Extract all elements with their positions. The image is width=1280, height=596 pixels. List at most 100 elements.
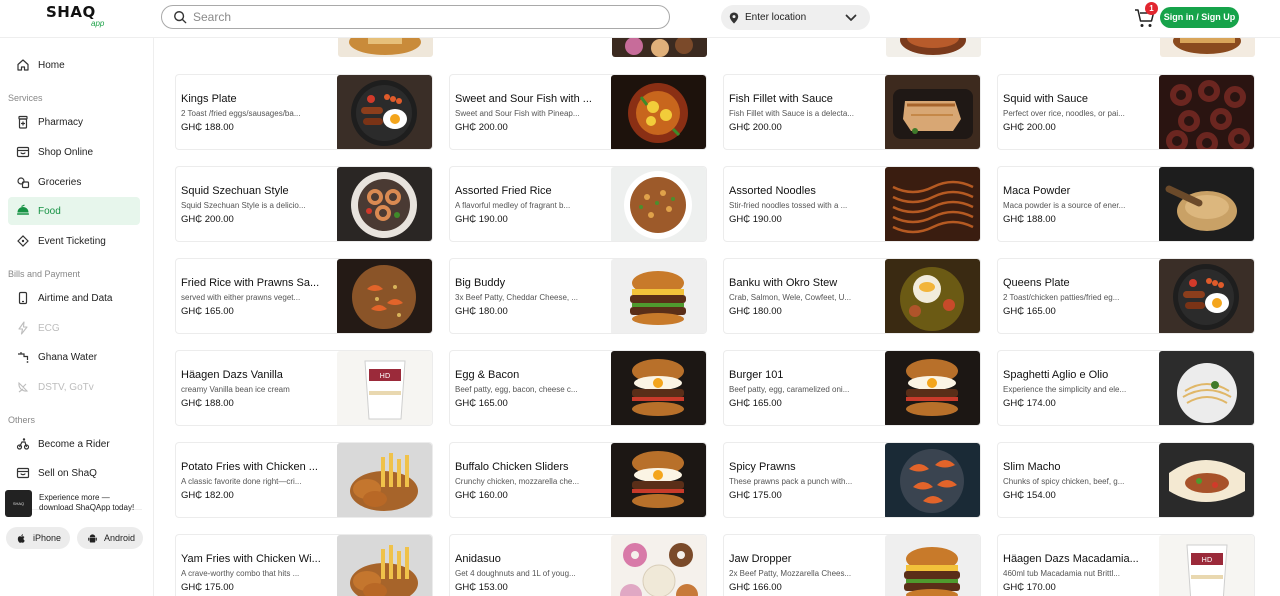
sidebar-item-label: Groceries: [38, 176, 82, 188]
product-image[interactable]: [1159, 443, 1254, 517]
product-card[interactable]: Jaw Dropper 2x Beef Patty, Mozzarella Che…: [723, 534, 981, 596]
product-card[interactable]: Buffalo Chicken Sliders Crunchy chicken, …: [449, 442, 707, 518]
search-bar[interactable]: [161, 5, 670, 29]
sidebar-item-sell-on-shaq[interactable]: Sell on ShaQ: [8, 459, 140, 487]
product-image[interactable]: [611, 75, 706, 149]
sidebar-item-airtime[interactable]: Airtime and Data: [8, 284, 140, 312]
product-name: Kings Plate: [181, 93, 237, 105]
product-name: Potato Fries with Chicken ...: [181, 461, 318, 473]
product-card[interactable]: Kings Plate 2 Toast /fried eggs/sausages/…: [175, 74, 433, 150]
product-card[interactable]: Häagen Dazs Macadamia... 460ml tub Macada…: [997, 534, 1255, 596]
product-description: Chunks of spicy chicken, beef, g...: [1003, 477, 1125, 486]
product-price: GH₵ 200.00: [181, 214, 234, 225]
product-image[interactable]: [611, 351, 706, 425]
product-card[interactable]: Squid Szechuan Style Squid Szechuan Style…: [175, 166, 433, 242]
product-card[interactable]: Egg & Bacon Beef patty, egg, bacon, chees…: [449, 350, 707, 426]
product-card[interactable]: Squid with Sauce Perfect over rice, noodl…: [997, 74, 1255, 150]
product-card[interactable]: Fried Rice with Prawns Sa... served with …: [175, 258, 433, 334]
search-icon: [174, 11, 187, 24]
product-price: GH₵ 180.00: [729, 306, 782, 317]
sidebar-item-pharmacy[interactable]: Pharmacy: [8, 108, 140, 136]
product-info: Fish Fillet with Sauce Fish Fillet with S…: [729, 93, 879, 133]
product-card[interactable]: Sweet and Sour Fish with ... Sweet and So…: [449, 74, 707, 150]
sidebar-item-event-ticketing[interactable]: Event Ticketing: [8, 227, 140, 255]
product-card[interactable]: Anidasuo Get 4 doughnuts and 1L of youg..…: [449, 534, 707, 596]
product-image[interactable]: [611, 443, 706, 517]
product-image[interactable]: [885, 259, 980, 333]
product-image[interactable]: [611, 259, 706, 333]
sidebar-item-label: Food: [38, 205, 61, 217]
sidebar-item-ecg[interactable]: ECG: [8, 314, 140, 342]
product-image[interactable]: [885, 535, 980, 596]
product-card[interactable]: Banku with Okro Stew Crab, Salmon, Wele, …: [723, 258, 981, 334]
product-name: Big Buddy: [455, 277, 506, 289]
product-card[interactable]: Big Buddy 3x Beef Patty, Cheddar Cheese, …: [449, 258, 707, 334]
sidebar-item-ghana-water[interactable]: Ghana Water: [8, 343, 140, 371]
app-promo[interactable]: SHAQ Experience more — download ShaQApp …: [5, 489, 145, 517]
sidebar-item-food[interactable]: Food: [8, 197, 140, 225]
sidebar-item-shop-online[interactable]: Shop Online: [8, 138, 140, 166]
product-image[interactable]: [337, 75, 432, 149]
product-card[interactable]: Burger 101 Beef patty, egg, caramelized o…: [723, 350, 981, 426]
product-info: Häagen Dazs Macadamia... 460ml tub Macada…: [1003, 553, 1153, 593]
location-selector[interactable]: Enter location: [721, 5, 870, 30]
product-info: Queens Plate 2 Toast/chicken patties/frie…: [1003, 277, 1153, 317]
sidebar: Home Services Pharmacy Shop Online Groce…: [0, 38, 154, 596]
search-input[interactable]: [193, 10, 633, 24]
product-price: GH₵ 190.00: [455, 214, 508, 225]
product-image[interactable]: [1159, 167, 1254, 241]
sidebar-item-dstv[interactable]: DSTV, GoTv: [8, 373, 140, 401]
product-card[interactable]: Queens Plate 2 Toast/chicken patties/frie…: [997, 258, 1255, 334]
product-image[interactable]: [337, 167, 432, 241]
product-image[interactable]: [885, 167, 980, 241]
product-image[interactable]: [611, 167, 706, 241]
product-card[interactable]: Maca Powder Maca powder is a source of en…: [997, 166, 1255, 242]
product-info: Buffalo Chicken Sliders Crunchy chicken, …: [455, 461, 605, 501]
product-price: GH₵ 175.00: [181, 582, 234, 593]
product-card[interactable]: Assorted Noodles Stir-fried noodles tosse…: [723, 166, 981, 242]
product-image[interactable]: [1159, 259, 1254, 333]
product-name: Squid with Sauce: [1003, 93, 1088, 105]
android-label: Android: [104, 533, 136, 543]
android-download-button[interactable]: Android: [77, 527, 143, 549]
product-image[interactable]: [885, 75, 980, 149]
product-info: Big Buddy 3x Beef Patty, Cheddar Cheese, …: [455, 277, 605, 317]
product-card[interactable]: Spaghetti Aglio e Olio Experience the sim…: [997, 350, 1255, 426]
product-info: Kings Plate 2 Toast /fried eggs/sausages/…: [181, 93, 331, 133]
product-card[interactable]: Häagen Dazs Vanilla creamy Vanilla bean i…: [175, 350, 433, 426]
product-card[interactable]: Potato Fries with Chicken ... A classic f…: [175, 442, 433, 518]
sidebar-item-groceries[interactable]: Groceries: [8, 168, 140, 196]
shaq-logo[interactable]: SHAQ app: [46, 4, 116, 32]
location-label: Enter location: [745, 12, 807, 23]
product-card[interactable]: Assorted Fried Rice A flavorful medley of…: [449, 166, 707, 242]
svg-text:HD: HD: [1202, 556, 1213, 564]
sidebar-item-become-rider[interactable]: Become a Rider: [8, 430, 140, 458]
apple-icon: [17, 533, 25, 543]
product-info: Squid with Sauce Perfect over rice, noodl…: [1003, 93, 1153, 133]
product-image[interactable]: [1159, 351, 1254, 425]
iphone-download-button[interactable]: iPhone: [6, 527, 70, 549]
product-card[interactable]: Slim Macho Chunks of spicy chicken, beef,…: [997, 442, 1255, 518]
product-image[interactable]: [337, 443, 432, 517]
product-image[interactable]: HD: [337, 351, 432, 425]
product-image[interactable]: [885, 351, 980, 425]
product-card[interactable]: Spicy Prawns These prawns pack a punch wi…: [723, 442, 981, 518]
product-image[interactable]: [611, 535, 706, 596]
sidebar-item-label: ECG: [38, 322, 60, 334]
product-image[interactable]: [885, 443, 980, 517]
product-description: A classic favorite done right—cri...: [181, 477, 302, 486]
product-info: Spaghetti Aglio e Olio Experience the sim…: [1003, 369, 1153, 409]
product-image[interactable]: HD: [1159, 535, 1254, 596]
iphone-label: iPhone: [33, 533, 62, 543]
sidebar-item-home[interactable]: Home: [8, 51, 140, 79]
product-card[interactable]: Yam Fries with Chicken Wi... A crave-wort…: [175, 534, 433, 596]
product-description: 2x Beef Patty, Mozzarella Chees...: [729, 569, 852, 578]
product-image[interactable]: [1159, 75, 1254, 149]
product-card[interactable]: Fish Fillet with Sauce Fish Fillet with S…: [723, 74, 981, 150]
product-name: Assorted Noodles: [729, 185, 816, 197]
sign-in-button[interactable]: Sign in / Sign Up: [1160, 7, 1239, 28]
product-price: GH₵ 160.00: [455, 490, 508, 501]
product-image[interactable]: [337, 535, 432, 596]
product-name: Häagen Dazs Macadamia...: [1003, 553, 1139, 565]
product-image[interactable]: [337, 259, 432, 333]
